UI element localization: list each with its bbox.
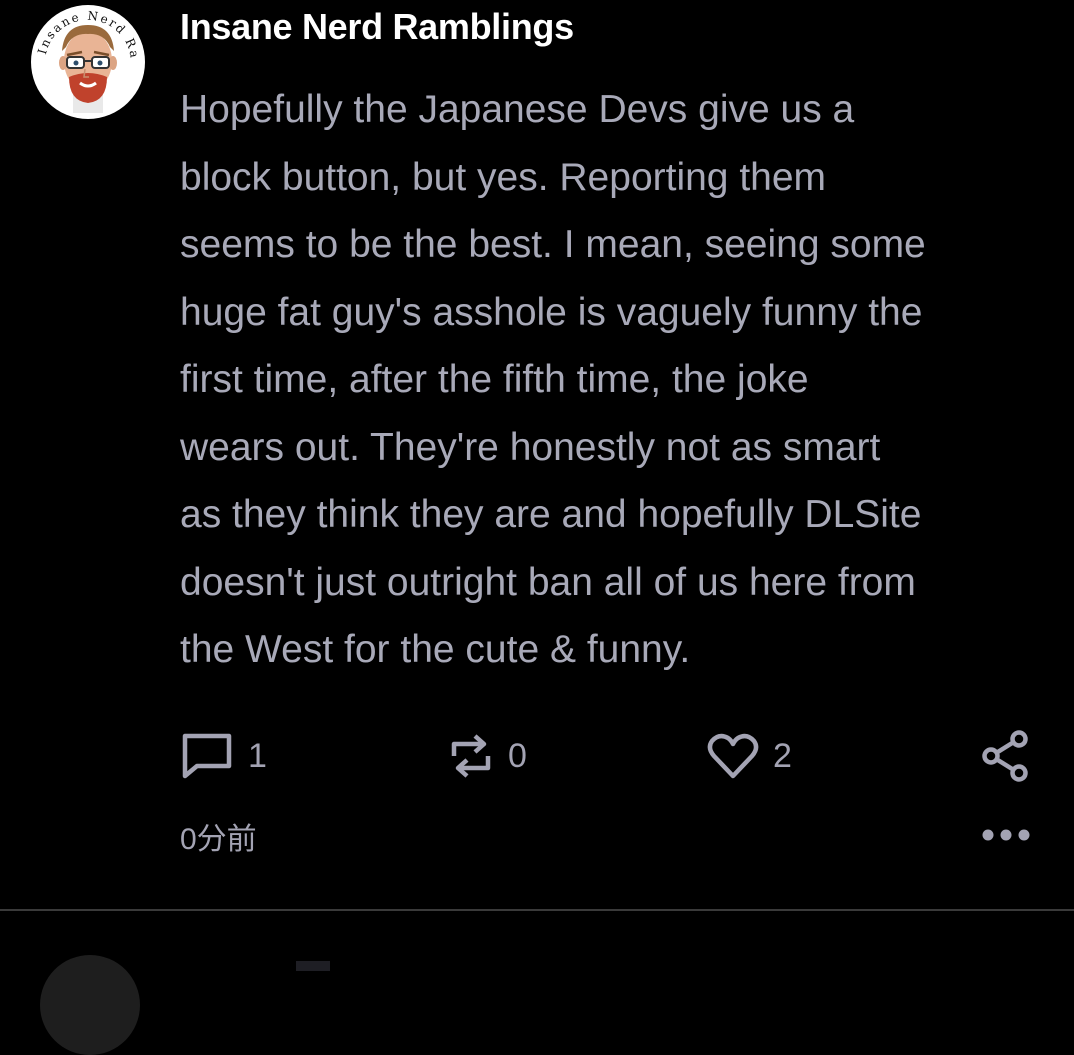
share-icon <box>982 730 1028 782</box>
post-body-line: block button, but yes. Reporting them <box>180 155 827 199</box>
post-timestamp: 0分前 <box>180 823 257 856</box>
reply-button[interactable]: 1 <box>180 728 267 784</box>
more-horizontal-icon <box>982 829 1030 841</box>
more-options-button[interactable] <box>978 818 1034 852</box>
like-count: 2 <box>773 736 792 775</box>
comment-icon <box>182 733 232 779</box>
post-body-line: seems to be the best. I mean, seeing som… <box>180 223 926 266</box>
post-divider <box>0 909 1074 911</box>
avatar-image: Insane Nerd Ramblings <box>22 0 145 119</box>
post-body-line: first time, after the fifth time, the jo… <box>180 358 809 401</box>
post-body-line: the West for the cute & funny. <box>180 628 691 671</box>
post-body-line: doesn't just outright ban all of us here… <box>180 560 916 604</box>
author-name[interactable]: Insane Nerd Ramblings <box>180 6 574 48</box>
next-post-author-stub <box>296 961 330 971</box>
share-button[interactable] <box>982 728 1030 784</box>
author-avatar[interactable]: Insane Nerd Ramblings <box>22 0 147 121</box>
post-body-line: huge fat guy's asshole is vaguely funny … <box>180 290 923 334</box>
post-body-line: as they think they are and hopefully DLS… <box>180 493 922 536</box>
post-card[interactable]: Insane Nerd Ramblings Insane Nerd Rambli… <box>0 0 1074 910</box>
repost-count: 0 <box>508 736 527 775</box>
repost-icon <box>451 734 491 778</box>
next-post-avatar[interactable] <box>40 955 140 1055</box>
post-body: Hopefully the Japanese Devs give us a bl… <box>180 76 1050 684</box>
post-body-line: Hopefully the Japanese Devs give us a <box>180 88 855 131</box>
reply-count: 1 <box>248 736 267 775</box>
heart-icon <box>707 733 759 779</box>
post-body-line: wears out. They're honestly not as smart <box>180 425 881 469</box>
like-button[interactable]: 2 <box>707 728 792 784</box>
repost-button[interactable]: 0 <box>448 728 527 784</box>
